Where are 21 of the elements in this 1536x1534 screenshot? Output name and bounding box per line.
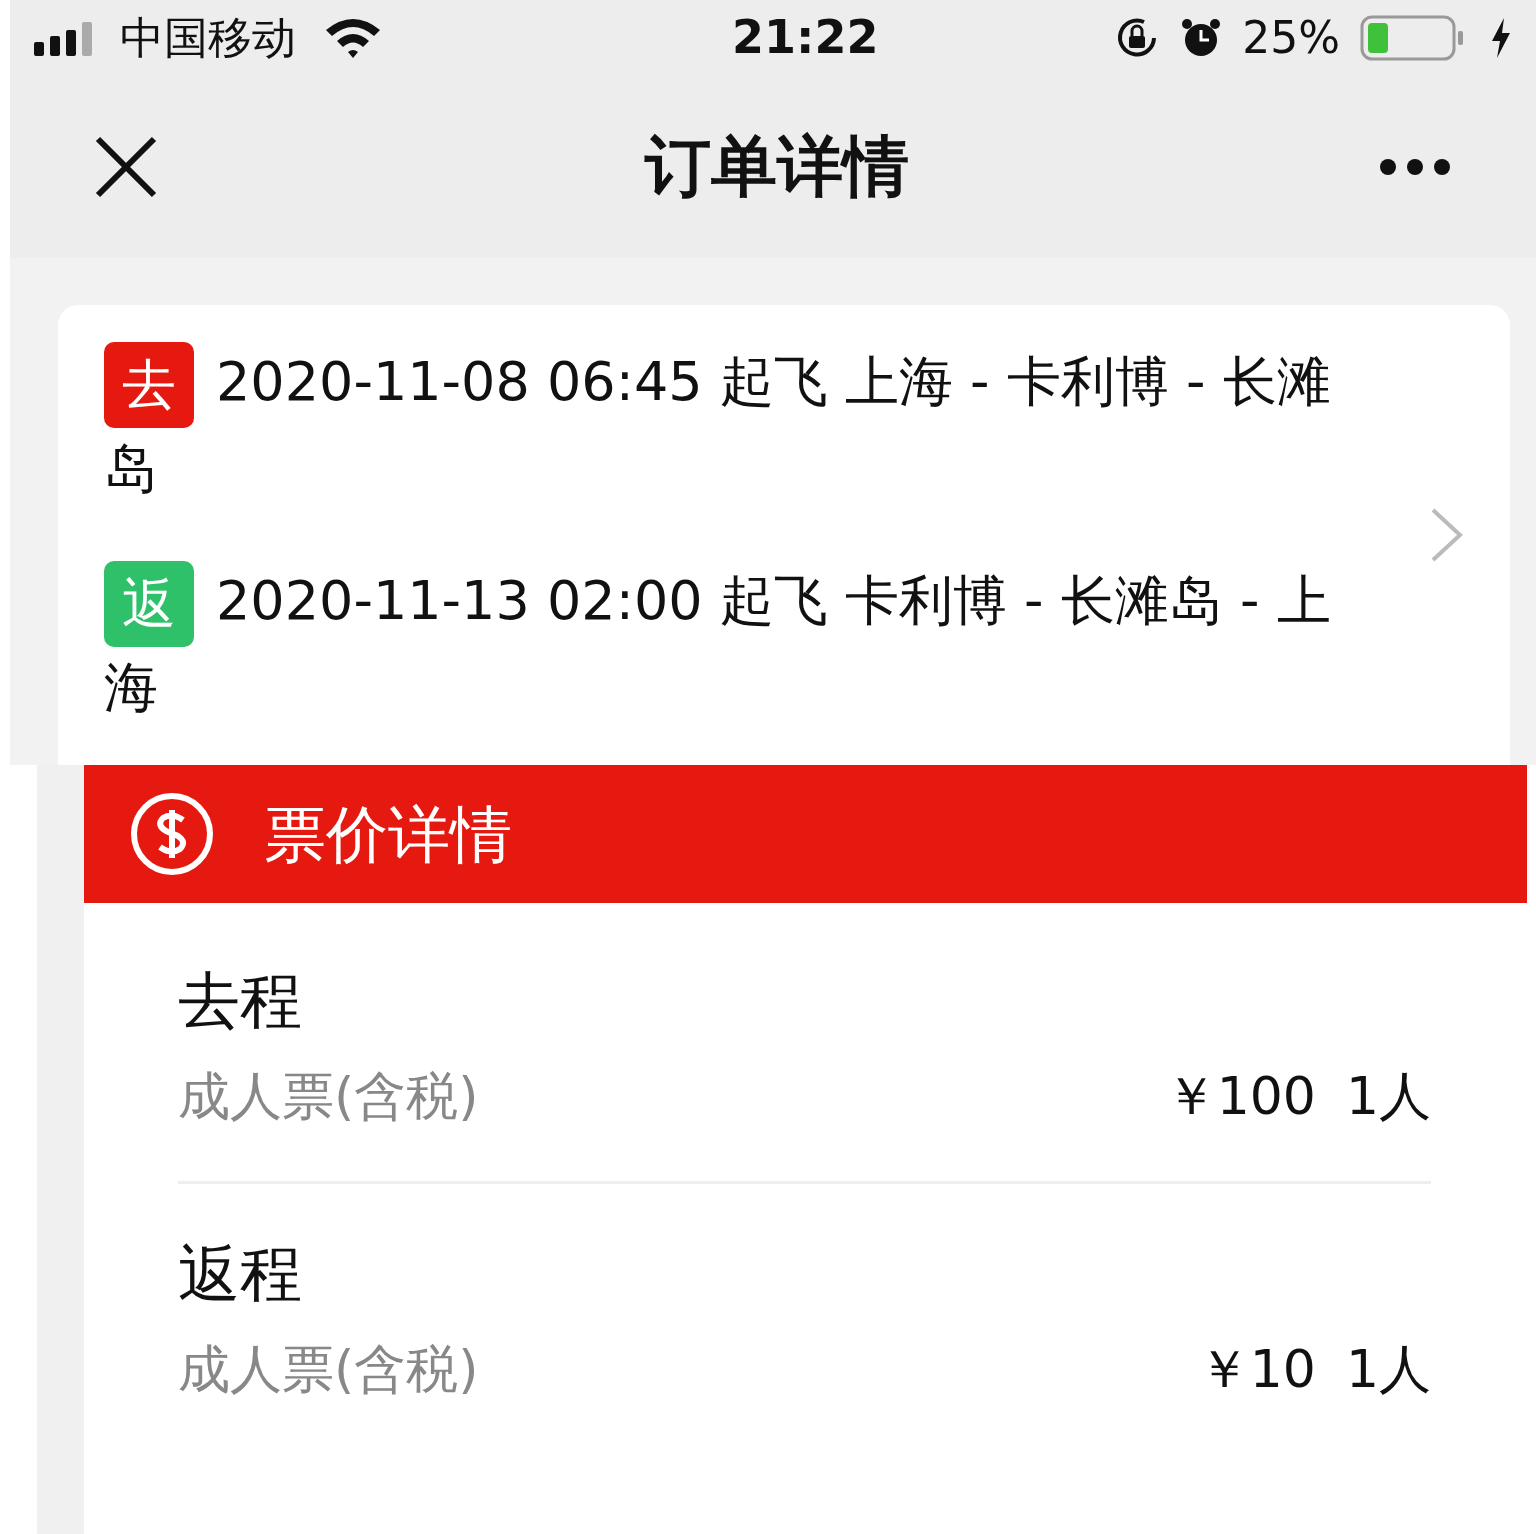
trip-info: 返 2020-11-13 02:00 起飞 卡利博 - 长滩岛 - 上海	[104, 560, 1354, 730]
ticket-type: 成人票(含税)	[178, 1338, 479, 1401]
ticket-type: 成人票(含税)	[178, 1065, 479, 1128]
trip-info: 去 2020-11-08 06:45 起飞 上海 - 卡利博 - 长滩岛	[104, 340, 1354, 510]
battery-percentage: 25%	[1242, 10, 1340, 65]
ticket-price: ￥10	[1197, 1338, 1316, 1401]
close-icon[interactable]	[95, 135, 157, 198]
more-icon[interactable]	[1379, 157, 1451, 176]
clock-time: 21:22	[732, 9, 879, 66]
page-title: 订单详情	[645, 127, 909, 207]
charging-icon	[1490, 17, 1512, 58]
carrier-name: 中国移动	[120, 10, 296, 65]
dollar-icon	[130, 792, 214, 876]
alarm-icon	[1180, 16, 1223, 59]
section-heading: 去程	[178, 963, 303, 1039]
trip-card[interactable]: 去 2020-11-08 06:45 起飞 上海 - 卡利博 - 长滩岛 返 2020-11-13 02:00 起飞 卡利博 - 长滩岛 - 上海	[58, 305, 1510, 765]
ticket-price: ￥100	[1164, 1065, 1316, 1128]
section-heading: 返程	[178, 1236, 303, 1312]
passenger-count: 1人	[1345, 1338, 1431, 1401]
passenger-count: 1人	[1345, 1065, 1431, 1128]
price-header-title: 票价详情	[264, 796, 512, 873]
